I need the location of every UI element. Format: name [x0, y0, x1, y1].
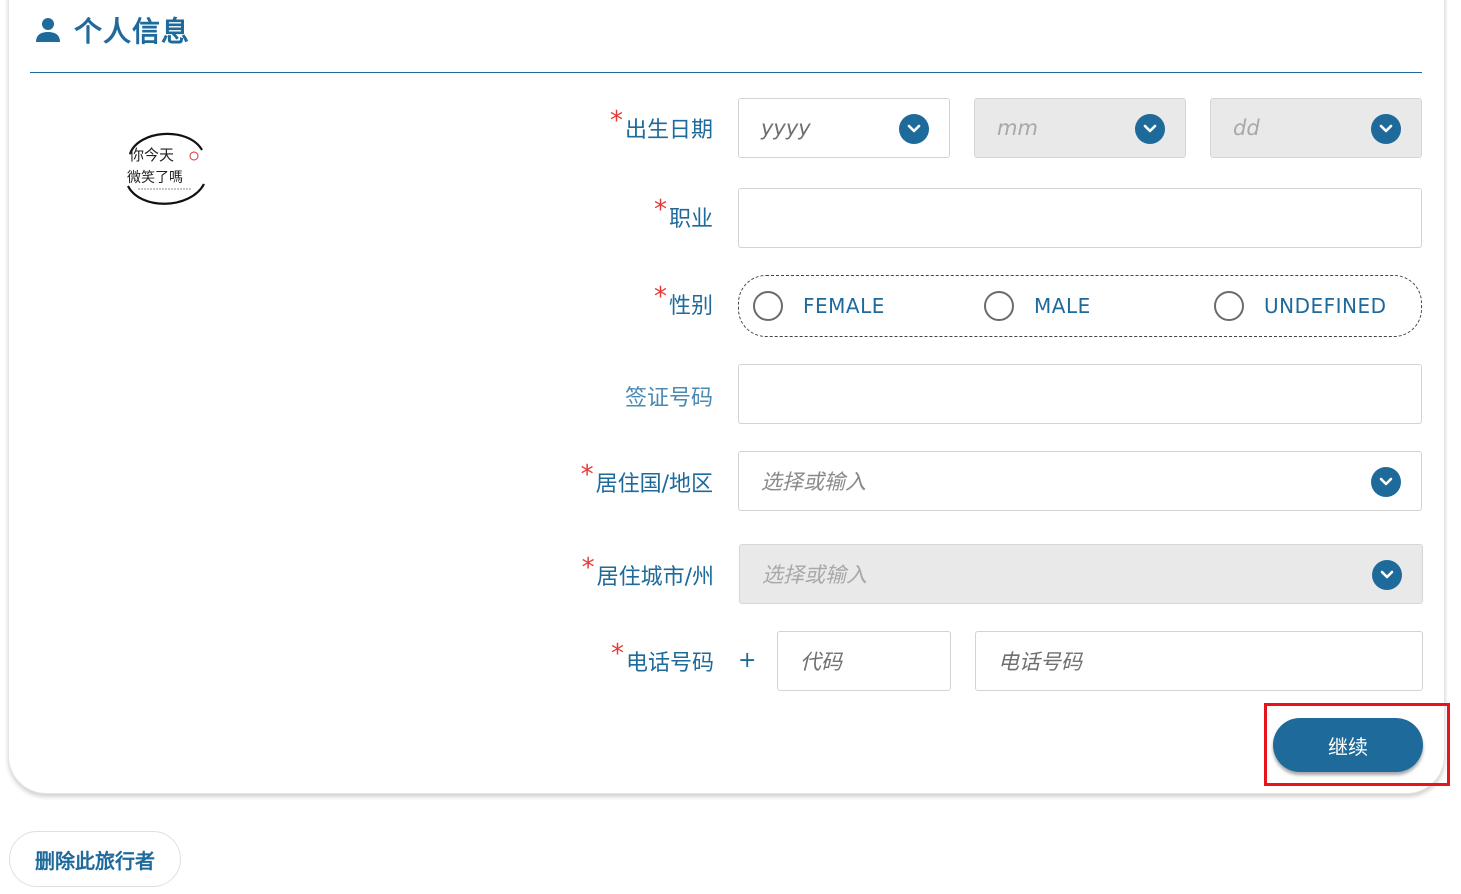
- plus-sign: +: [738, 648, 757, 673]
- occupation-input[interactable]: [738, 188, 1422, 248]
- chevron-down-icon[interactable]: [1371, 467, 1401, 497]
- chevron-down-icon[interactable]: [1371, 114, 1401, 144]
- country-label-text: 居住国/地区: [595, 472, 713, 497]
- required-mark: *: [609, 106, 623, 136]
- occupation-label-text: 职业: [668, 207, 713, 232]
- city-select[interactable]: 选择或输入: [739, 544, 1423, 604]
- visa-number-input[interactable]: [738, 364, 1422, 424]
- logo-line2: 微笑了嗎: [127, 170, 183, 186]
- gender-option-female[interactable]: FEMALE: [753, 291, 885, 321]
- country-placeholder: 选择或输入: [761, 470, 866, 494]
- gender-option-undefined[interactable]: UNDEFINED: [1214, 291, 1387, 321]
- visa-label: 签证号码: [625, 380, 713, 412]
- gender-option-male[interactable]: MALE: [984, 291, 1091, 321]
- delete-traveler-button[interactable]: 删除此旅行者: [9, 831, 181, 887]
- chevron-down-icon[interactable]: [1135, 114, 1165, 144]
- required-mark: *: [653, 282, 667, 312]
- occupation-label: * 职业: [653, 195, 713, 233]
- section-title: 个人信息: [74, 15, 191, 48]
- birth-year-select[interactable]: yyyy: [738, 98, 950, 158]
- birth-day-placeholder: dd: [1233, 116, 1260, 140]
- section-divider: [30, 72, 1422, 73]
- gender-option-label: FEMALE: [803, 294, 885, 318]
- smiling-logo-icon: 你今天 微笑了嗎: [127, 132, 205, 205]
- country-label: * 居住国/地区: [580, 460, 713, 498]
- required-mark: *: [581, 553, 595, 583]
- country-select[interactable]: 选择或输入: [738, 451, 1422, 511]
- birthdate-label-text: 出生日期: [624, 118, 713, 143]
- section-header: 个人信息: [34, 10, 190, 50]
- continue-button[interactable]: 继续: [1273, 718, 1423, 772]
- birth-month-select[interactable]: mm: [974, 98, 1186, 158]
- radio-circle[interactable]: [753, 291, 783, 321]
- required-mark: *: [653, 195, 667, 225]
- phone-code-placeholder: 代码: [800, 650, 842, 674]
- gender-radio-group: FEMALE MALE UNDEFINED: [738, 275, 1422, 337]
- birth-year-placeholder: yyyy: [761, 116, 811, 140]
- city-placeholder: 选择或输入: [762, 563, 867, 587]
- phone-label: * 电话号码: [610, 639, 714, 677]
- birthdate-label: * 出生日期: [609, 106, 713, 144]
- city-label-text: 居住城市/州: [596, 565, 714, 590]
- gender-label: * 性别: [653, 282, 713, 320]
- birth-day-select[interactable]: dd: [1210, 98, 1422, 158]
- chevron-down-icon[interactable]: [899, 114, 929, 144]
- radio-circle[interactable]: [984, 291, 1014, 321]
- visa-label-text: 签证号码: [624, 386, 713, 411]
- logo-line1: 你今天: [129, 146, 174, 164]
- gender-option-label: MALE: [1034, 294, 1091, 318]
- required-mark: *: [580, 460, 594, 490]
- required-mark: *: [610, 639, 624, 669]
- city-label: * 居住城市/州: [581, 553, 714, 591]
- phone-number-placeholder: 电话号码: [998, 650, 1082, 674]
- person-icon: [36, 18, 60, 42]
- radio-circle[interactable]: [1214, 291, 1244, 321]
- phone-code-input[interactable]: 代码: [777, 631, 951, 691]
- chevron-down-icon[interactable]: [1372, 560, 1402, 590]
- phone-label-text: 电话号码: [625, 651, 714, 676]
- phone-number-input[interactable]: 电话号码: [975, 631, 1423, 691]
- gender-option-label: UNDEFINED: [1264, 294, 1387, 318]
- birth-month-placeholder: mm: [997, 116, 1038, 140]
- gender-label-text: 性别: [668, 294, 713, 319]
